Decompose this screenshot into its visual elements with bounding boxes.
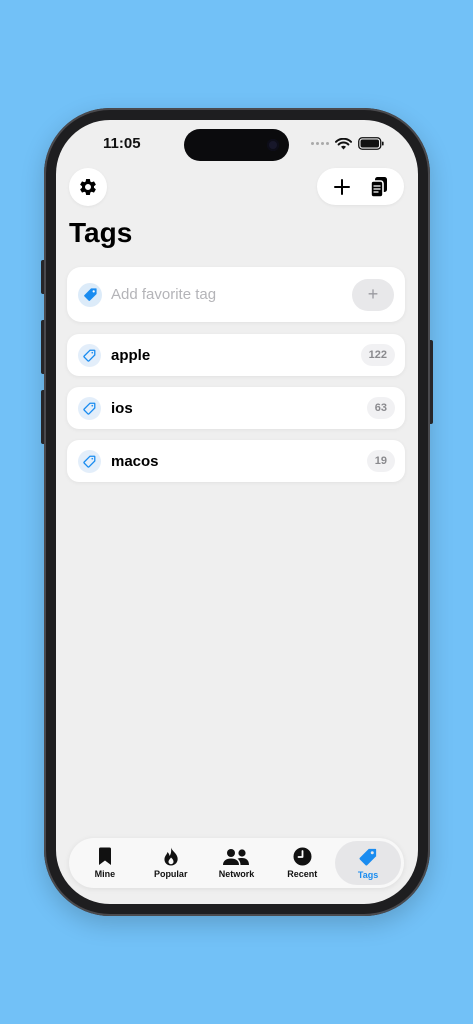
page-title: Tags: [69, 217, 133, 248]
status-indicators: [311, 137, 384, 150]
people-icon: [223, 848, 250, 865]
dynamic-island: [184, 129, 289, 161]
tab-label: Network: [218, 868, 255, 879]
copy-icon: [370, 176, 388, 198]
tag-outline-icon: [83, 455, 96, 468]
tab-label: Popular: [153, 869, 188, 879]
copy-button[interactable]: [364, 172, 394, 202]
tag-outline-icon: [83, 349, 96, 362]
tag-name: apple: [111, 346, 151, 364]
tag-row-ios[interactable]: ios 63: [67, 387, 405, 429]
tag-outline-icon: [83, 402, 96, 415]
clock-icon: [293, 847, 312, 866]
flame-icon: [164, 847, 178, 866]
bookmark-icon: [98, 847, 111, 865]
settings-button[interactable]: [69, 168, 107, 206]
tab-label: Tags: [357, 869, 379, 880]
add-tag-card: +: [67, 267, 405, 322]
tab-tags[interactable]: Tags: [335, 841, 401, 885]
battery-icon: [358, 137, 384, 150]
tab-network[interactable]: Network: [204, 841, 270, 885]
tab-label: Mine: [94, 869, 116, 879]
top-actions-pill: [317, 168, 404, 205]
add-bookmark-button[interactable]: [327, 172, 357, 202]
tab-mine[interactable]: Mine: [72, 841, 138, 885]
stage: 11:05 Tags Add favorite tag + apple 122 …: [0, 0, 473, 1024]
camera-icon: [267, 139, 279, 151]
tag-count-badge: 122: [360, 344, 395, 366]
tag-icon: [359, 848, 377, 865]
signal-dots-icon: [311, 142, 329, 145]
tab-recent[interactable]: Recent: [269, 841, 335, 885]
tab-label: Recent: [287, 869, 318, 879]
tag-icon-badge: [78, 449, 101, 473]
tag-icon-badge: [78, 396, 101, 420]
tab-bar: Mine Popular Network Recent Tags: [69, 838, 404, 888]
plus-icon: [333, 178, 350, 195]
tag-icon: [83, 288, 97, 301]
tag-row-macos[interactable]: macos 19: [67, 440, 405, 482]
tag-row-apple[interactable]: apple 122: [67, 334, 405, 376]
tag-count-badge: 19: [366, 450, 395, 472]
app-screen: 11:05 Tags Add favorite tag + apple 122 …: [56, 120, 418, 904]
status-time: 11:05: [103, 135, 141, 152]
tag-name: macos: [111, 452, 159, 470]
tag-name: ios: [111, 399, 133, 417]
add-tag-button[interactable]: +: [352, 278, 394, 311]
tag-list: apple 122 ios 63 macos 19: [67, 334, 405, 493]
add-tag-input[interactable]: [111, 279, 352, 310]
wifi-icon: [335, 137, 352, 149]
tag-icon-badge: [78, 282, 102, 307]
tag-icon-badge: [78, 343, 101, 367]
gear-icon: [80, 178, 96, 195]
tag-count-badge: 63: [366, 397, 395, 419]
tab-popular[interactable]: Popular: [138, 841, 204, 885]
